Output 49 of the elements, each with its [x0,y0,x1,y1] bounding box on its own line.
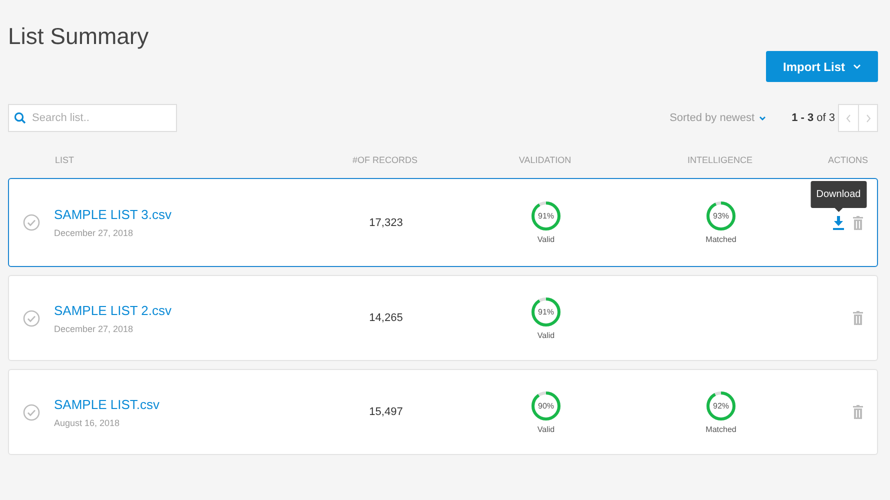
chevron-right-icon [866,114,870,122]
file-date: December 27, 2018 [54,324,134,334]
record-count: 17,323 [369,216,403,228]
sort-dropdown[interactable]: Sorted by newest [670,112,766,124]
caret-icon [758,116,766,120]
column-header: #OF RECORDS [352,155,418,165]
percent-reading: 91% [538,212,554,220]
percent-reading: 91% [538,307,554,316]
check-circle-icon [23,404,40,420]
file-link[interactable]: SAMPLE LIST 2.csv [54,302,331,318]
list-row[interactable]: SAMPLE LIST.csv August 16, 2018 15,497 90% Valid 92% Matched [8,369,878,455]
trash-icon [853,216,863,230]
page-title: List Summary [8,22,149,50]
trash-icon [853,405,863,419]
delete-button[interactable] [853,405,863,419]
download-button[interactable] [833,216,844,230]
gauge-caption: Matched [706,235,736,244]
tooltip: Download [810,180,867,208]
list-row[interactable]: SAMPLE LIST 3.csv December 27, 2018 17,323 91% Valid 93% Matched Download [8,178,878,267]
tooltip-arrow-icon [834,208,842,212]
trash-icon [853,311,863,325]
delete-button[interactable] [853,311,863,325]
file-date: December 27, 2018 [54,228,134,238]
column-header: INTELLIGENCE [687,155,753,165]
gauge-caption: Matched [706,424,736,434]
file-date: August 16, 2018 [54,418,121,428]
file-link[interactable]: SAMPLE LIST 3.csv [54,207,331,222]
import-list-button[interactable]: Import List [766,51,878,82]
percent-reading: 93% [713,212,729,220]
percent-reading: 90% [538,401,554,410]
file-link[interactable]: SAMPLE LIST.csv [54,396,331,412]
page-range: 1 - 3 of 3 [792,112,835,124]
check-circle-icon [23,214,40,231]
caret-icon [853,64,861,69]
check-circle-icon [23,310,40,326]
delete-button[interactable] [853,216,863,230]
gauge-caption: Valid [537,330,555,340]
percent-reading: 92% [713,401,729,410]
record-count: 14,265 [369,312,403,324]
column-header: ACTIONS [828,155,869,165]
search-field[interactable]: Search list.. [8,104,177,132]
column-header: LIST [54,155,74,165]
chevron-left-icon [846,114,851,122]
gauge-caption: Valid [537,235,555,244]
gauge-caption: Valid [537,424,555,434]
download-icon [833,216,844,230]
record-count: 15,497 [369,406,403,418]
column-header: VALIDATION [518,155,572,165]
list-row[interactable]: SAMPLE LIST 2.csv December 27, 2018 14,265 91% Valid [8,275,878,361]
